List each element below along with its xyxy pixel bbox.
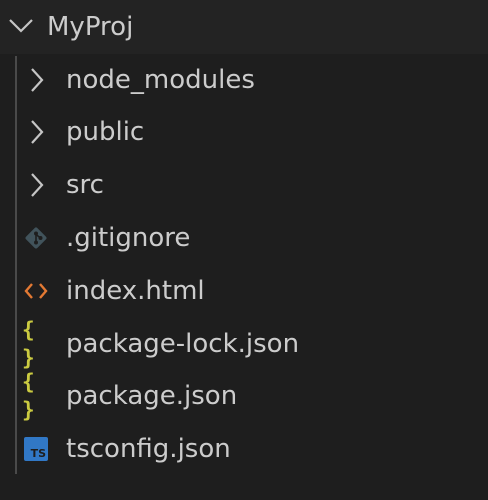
chevron-right-icon [22,118,50,146]
file-label: tsconfig.json [66,434,231,464]
folder-label: src [66,170,104,200]
file-label: package.json [66,381,238,411]
file-label: package-lock.json [66,329,300,359]
file-tsconfig-json[interactable]: TS tsconfig.json [0,423,488,475]
file-package-lock-json[interactable]: { } package-lock.json [0,318,488,370]
chevron-down-icon[interactable] [8,16,34,36]
folder-label: node_modules [66,65,255,95]
file-gitignore[interactable]: .gitignore [0,212,488,264]
file-explorer: MyProj node_modules public src .gitignor… [0,0,488,500]
typescript-icon: TS [24,437,48,461]
json-icon: { } [22,370,37,422]
folder-label: public [66,117,145,147]
git-icon [22,224,50,252]
chevron-right-icon [22,66,50,94]
html-icon [22,277,50,305]
file-package-json[interactable]: { } package.json [0,370,488,422]
typescript-icon-container: TS [22,435,50,463]
folder-node-modules[interactable]: node_modules [0,54,488,106]
project-root-folder[interactable]: MyProj [0,0,488,54]
file-label: index.html [66,276,205,306]
folder-src[interactable]: src [0,159,488,211]
project-root-label: MyProj [47,12,134,42]
file-index-html[interactable]: index.html [0,265,488,317]
folder-public[interactable]: public [0,106,488,158]
file-label: .gitignore [66,223,191,253]
json-icon: { } [22,318,37,370]
chevron-right-icon [22,171,50,199]
